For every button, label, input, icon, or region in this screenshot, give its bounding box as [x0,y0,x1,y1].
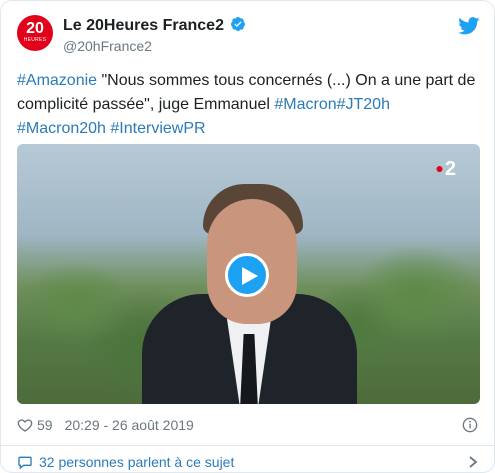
tweet-meta: 59 20:29 - 26 août 2019 [17,415,194,435]
like-count[interactable]: 59 [37,417,53,433]
channel-logo-dot-icon: ● [435,160,444,176]
chevron-right-icon[interactable] [468,456,478,468]
heart-icon[interactable] [17,417,33,433]
handle[interactable]: @20hFrance2 [63,37,246,55]
conversation-link[interactable]: 32 personnes parlent à ce sujet [17,453,478,471]
hashtag-link[interactable]: #InterviewPR [110,120,205,137]
tweet-header: 20 HEURES Le 20Heures France2 @20hFrance… [17,15,480,59]
hashtag-link[interactable]: #JT20h [337,96,390,113]
verified-badge-icon [231,17,246,31]
hashtag-link[interactable]: #Amazonie [17,72,97,89]
twitter-bird-icon[interactable] [458,17,480,35]
play-button[interactable] [225,253,269,297]
tweet-card: 20 HEURES Le 20Heures France2 @20hFrance… [0,0,495,473]
info-icon[interactable] [462,417,478,433]
conversation-label[interactable]: 32 personnes parlent à ce sujet [39,454,234,470]
display-name-text[interactable]: Le 20Heures France2 [63,17,224,34]
tweet-text: #Amazonie "Nous sommes tous concernés (.… [17,69,480,141]
video-player[interactable]: ●2 [17,144,480,404]
comment-bubble-icon [18,456,32,470]
timestamp[interactable]: 20:29 - 26 août 2019 [65,417,194,433]
avatar-number: 20 [26,20,44,37]
avatar[interactable]: 20 HEURES [17,15,53,51]
divider [1,445,494,446]
play-icon [242,267,258,285]
hashtag-link[interactable]: #Macron [274,96,336,113]
avatar-subtext: HEURES [23,37,47,43]
author-names: Le 20Heures France2 @20hFrance2 [63,16,246,55]
channel-logo-number: 2 [444,158,456,180]
hashtag-link[interactable]: #Macron20h [17,120,106,137]
channel-logo: ●2 [435,158,456,179]
display-name[interactable]: Le 20Heures France2 [63,16,246,36]
